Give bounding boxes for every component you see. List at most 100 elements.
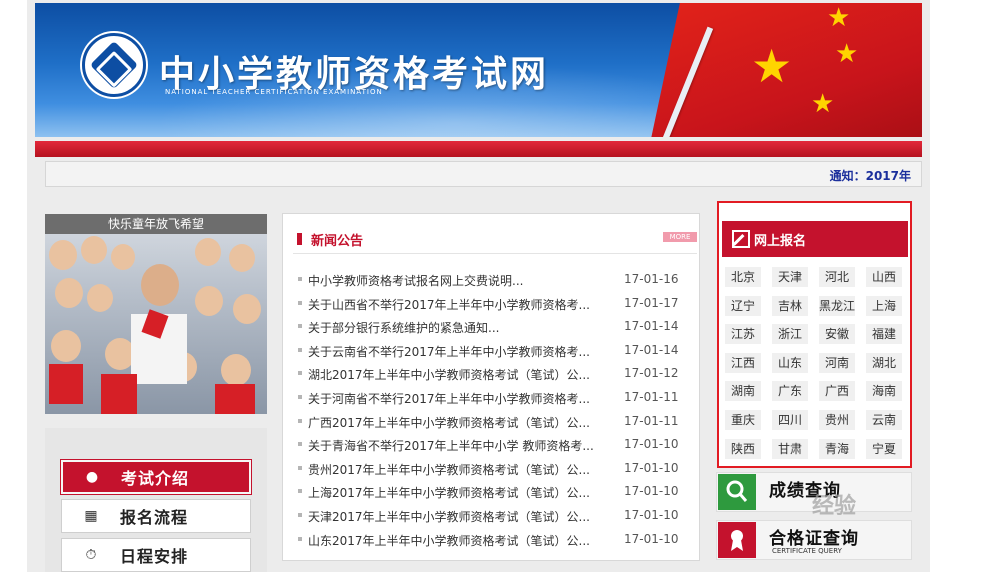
- province-link[interactable]: 安徽: [819, 324, 855, 345]
- photo-panel: 快乐童年放飞希望: [45, 214, 267, 414]
- news-item[interactable]: 中小学教师资格考试报名网上交费说明... 17-01-16: [283, 269, 699, 293]
- news-item-title[interactable]: 贵州2017年上半年中小学教师资格考试（笔试）公...: [308, 461, 608, 478]
- bullet-icon: [298, 371, 302, 376]
- bullet-icon: [298, 489, 302, 494]
- watermark: 经验: [812, 494, 857, 519]
- province-link[interactable]: 广东: [772, 381, 808, 402]
- news-title: 新闻公告: [311, 234, 364, 249]
- province-link[interactable]: 云南: [866, 410, 902, 430]
- news-item-date: 17-01-10: [624, 531, 679, 546]
- news-item[interactable]: 关于部分银行系统维护的紧急通知... 17-01-14: [283, 316, 699, 340]
- news-item-date: 17-01-11: [624, 413, 679, 428]
- province-link[interactable]: 湖北: [866, 352, 902, 373]
- province-link[interactable]: 山西: [866, 267, 902, 287]
- news-item-date: 17-01-10: [624, 460, 679, 475]
- menu-exam-intro[interactable]: ● 考试介绍: [61, 460, 251, 494]
- news-item-date: 17-01-11: [624, 389, 679, 404]
- bullet-icon: [298, 277, 302, 281]
- user-icon: ●: [85, 469, 99, 485]
- province-link[interactable]: 四川: [772, 410, 808, 430]
- news-item[interactable]: 关于云南省不举行2017年上半年中小学教师资格考... 17-01-14: [283, 340, 699, 364]
- bullet-icon: [298, 394, 302, 399]
- news-item-date: 17-01-17: [624, 295, 679, 310]
- province-link[interactable]: 海南: [866, 381, 902, 402]
- news-item[interactable]: 天津2017年上半年中小学教师资格考试（笔试）公... 17-01-10: [283, 505, 699, 529]
- menu-registration-process[interactable]: ▦ 报名流程: [61, 499, 251, 533]
- news-header: 新闻公告 MORE: [283, 214, 699, 260]
- site-banner: ★ ★ ★ ★ 中小学教师资格考试网 NATIONAL TEACHER CERT…: [35, 3, 922, 137]
- province-link[interactable]: 陕西: [725, 438, 761, 459]
- news-item[interactable]: 关于青海省不举行2017年上半年中小学 教师资格考... 17-01-10: [283, 434, 699, 458]
- certificate-query-button[interactable]: 合格证查询 CERTIFICATE QUERY: [716, 520, 912, 560]
- menu-label: 考试介绍: [121, 469, 190, 488]
- news-item-title[interactable]: 天津2017年上半年中小学教师资格考试（笔试）公...: [308, 508, 608, 525]
- province-link[interactable]: 广西: [819, 381, 855, 402]
- news-item-title[interactable]: 广西2017年上半年中小学教师资格考试（笔试）公...: [308, 414, 608, 431]
- province-link[interactable]: 天津: [772, 267, 808, 287]
- province-link[interactable]: 上海: [866, 295, 902, 316]
- province-link[interactable]: 辽宁: [725, 295, 761, 316]
- bullet-icon: [298, 418, 302, 423]
- star-icon: ★: [751, 39, 793, 93]
- bullet-icon: [298, 442, 302, 447]
- news-item-title[interactable]: 关于青海省不举行2017年上半年中小学 教师资格考...: [308, 437, 608, 454]
- province-link[interactable]: 江西: [725, 352, 761, 373]
- star-icon: ★: [827, 3, 851, 33]
- news-item-date: 17-01-10: [624, 437, 679, 452]
- menu-schedule[interactable]: ⏱ 日程安排: [61, 538, 251, 572]
- news-item[interactable]: 山东2017年上半年中小学教师资格考试（笔试）公... 17-01-10: [283, 529, 699, 553]
- site-logo[interactable]: [82, 33, 146, 97]
- news-item-title[interactable]: 湖北2017年上半年中小学教师资格考试（笔试）公...: [308, 366, 608, 383]
- province-link[interactable]: 黑龙江: [819, 295, 855, 316]
- online-registration-panel: 网上报名 北京 天津 河北 山西辽宁 吉林 黑龙江 上海江苏 浙江 安徽 福建江西 山东 河南 湖北湖南…: [717, 201, 912, 468]
- news-item[interactable]: 湖北2017年上半年中小学教师资格考试（笔试）公... 17-01-12: [283, 363, 699, 387]
- news-item-date: 17-01-10: [624, 484, 679, 499]
- star-icon: ★: [811, 89, 835, 119]
- registration-header[interactable]: 网上报名: [722, 221, 908, 257]
- news-item-title[interactable]: 关于云南省不举行2017年上半年中小学教师资格考...: [308, 343, 608, 360]
- registration-title: 网上报名: [754, 233, 807, 249]
- news-item[interactable]: 关于山西省不举行2017年上半年中小学教师资格考... 17-01-17: [283, 293, 699, 317]
- province-link[interactable]: 贵州: [819, 410, 855, 430]
- province-link[interactable]: 江苏: [725, 324, 761, 345]
- news-item[interactable]: 上海2017年上半年中小学教师资格考试（笔试）公... 17-01-10: [283, 481, 699, 505]
- news-item[interactable]: 贵州2017年上半年中小学教师资格考试（笔试）公... 17-01-10: [283, 458, 699, 482]
- bullet-icon: [298, 512, 302, 517]
- news-item-title[interactable]: 关于部分银行系统维护的紧急通知...: [308, 319, 608, 336]
- news-item-title[interactable]: 中小学教师资格考试报名网上交费说明...: [308, 272, 608, 289]
- province-link[interactable]: 吉林: [772, 295, 808, 316]
- news-item-title[interactable]: 关于山西省不举行2017年上半年中小学教师资格考...: [308, 296, 608, 313]
- query-title: 合格证查询: [769, 529, 859, 549]
- province-link[interactable]: 河南: [819, 352, 855, 373]
- nav-bar: [35, 141, 922, 157]
- menu-label: 日程安排: [120, 547, 189, 566]
- province-link[interactable]: 湖南: [725, 381, 761, 402]
- province-link[interactable]: 甘肃: [772, 438, 808, 459]
- province-link[interactable]: 福建: [866, 324, 902, 345]
- province-link[interactable]: 浙江: [772, 324, 808, 345]
- photo-image[interactable]: [45, 234, 267, 414]
- news-item-date: 17-01-10: [624, 507, 679, 522]
- province-link[interactable]: 北京: [725, 267, 761, 287]
- news-item-title[interactable]: 上海2017年上半年中小学教师资格考试（笔试）公...: [308, 484, 608, 501]
- bullet-icon: [298, 324, 302, 329]
- edit-icon: [722, 221, 754, 257]
- news-item[interactable]: 关于河南省不举行2017年上半年中小学教师资格考... 17-01-11: [283, 387, 699, 411]
- news-item[interactable]: 广西2017年上半年中小学教师资格考试（笔试）公... 17-01-11: [283, 411, 699, 435]
- province-link[interactable]: 宁夏: [866, 438, 902, 459]
- news-item-date: 17-01-16: [624, 272, 679, 286]
- bullet-icon: [298, 300, 302, 305]
- site-subtitle: NATIONAL TEACHER CERTIFICATION EXAMINATI…: [165, 88, 383, 96]
- bullet-icon: [298, 347, 302, 352]
- province-link[interactable]: 山东: [772, 352, 808, 373]
- more-link[interactable]: MORE: [663, 232, 697, 242]
- photo-caption: 快乐童年放飞希望: [45, 214, 267, 234]
- province-link[interactable]: 重庆: [725, 410, 761, 430]
- magnifier-icon: [718, 474, 756, 510]
- province-link[interactable]: 青海: [819, 438, 855, 459]
- news-item-title[interactable]: 山东2017年上半年中小学教师资格考试（笔试）公...: [308, 532, 608, 549]
- notice-text[interactable]: 通知：2017年: [830, 167, 911, 184]
- province-link[interactable]: 河北: [819, 267, 855, 287]
- menu-label: 报名流程: [120, 508, 189, 527]
- news-item-title[interactable]: 关于河南省不举行2017年上半年中小学教师资格考...: [308, 390, 608, 407]
